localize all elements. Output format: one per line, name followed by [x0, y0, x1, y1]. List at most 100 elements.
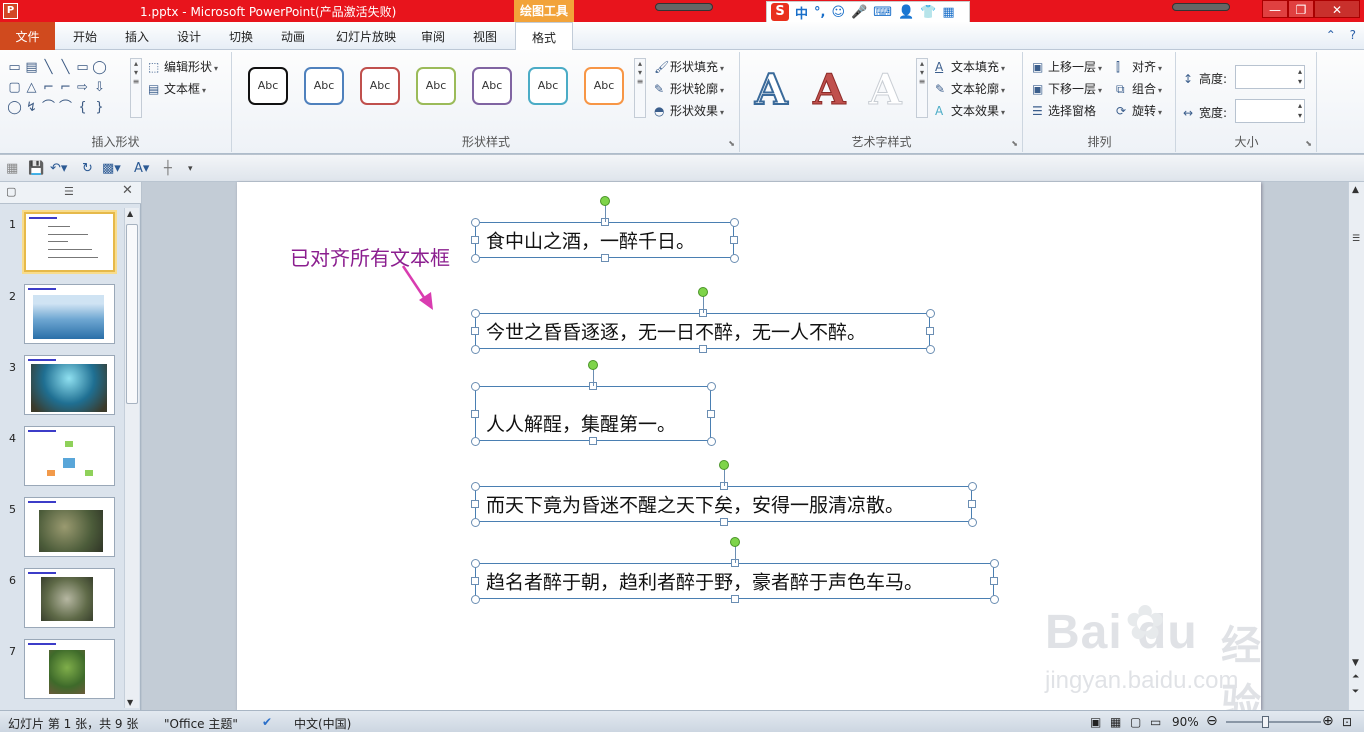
- shape-right-arrow[interactable]: ⇨: [74, 78, 91, 98]
- zoom-in-icon[interactable]: ⊕: [1322, 713, 1334, 729]
- slide-thumbnail-6[interactable]: 6: [0, 568, 124, 632]
- tab-format[interactable]: 格式: [515, 22, 573, 51]
- width-input[interactable]: [1235, 99, 1305, 123]
- previous-slide-icon[interactable]: ⏶: [1352, 672, 1359, 682]
- shape-gallery-scroll[interactable]: ▴ ▾ ≡: [130, 58, 142, 118]
- ime-toolbox-icon[interactable]: ▦: [942, 5, 954, 20]
- wordart-style-light[interactable]: A: [869, 65, 903, 114]
- ime-keyboard-icon[interactable]: ⌨: [873, 5, 892, 20]
- normal-view-icon[interactable]: ▣: [1090, 715, 1101, 729]
- resize-handle[interactable]: [925, 344, 935, 354]
- tab-design[interactable]: 设计: [166, 22, 212, 50]
- slides-tab-icon[interactable]: ▢: [6, 185, 16, 198]
- shape-elbow-arrow[interactable]: ⌐: [57, 78, 74, 98]
- resize-handle[interactable]: [600, 254, 609, 262]
- selection-pane-button[interactable]: ☰ 选择窗格: [1032, 102, 1096, 119]
- shape-left-brace[interactable]: {: [74, 98, 91, 118]
- zoom-slider-knob[interactable]: [1262, 716, 1269, 728]
- resize-handle[interactable]: [698, 345, 707, 353]
- ime-chinese-mode[interactable]: 中: [795, 3, 808, 22]
- resize-handle[interactable]: [471, 577, 479, 585]
- wordart-style-red[interactable]: A: [813, 65, 847, 114]
- text-effects-button[interactable]: A 文本效果 ▾: [935, 102, 1005, 119]
- ime-user-icon[interactable]: 👤: [898, 5, 914, 20]
- resize-handle[interactable]: [719, 518, 728, 526]
- scroll-down-icon[interactable]: ▼: [1352, 658, 1359, 668]
- spell-check-icon[interactable]: ✔: [262, 715, 272, 729]
- shape-style-gallery-scroll[interactable]: ▴ ▾ ≡: [634, 58, 646, 118]
- tab-review[interactable]: 审阅: [410, 22, 456, 50]
- minimize-button[interactable]: —: [1262, 0, 1288, 18]
- powerpoint-app-icon[interactable]: P: [3, 3, 18, 19]
- shape-style-aqua[interactable]: Abc: [528, 67, 568, 105]
- shape-triangle[interactable]: △: [23, 78, 40, 98]
- wordart-style-outline-blue[interactable]: A: [754, 65, 789, 115]
- dialog-launcher-icon[interactable]: ⬊: [728, 139, 735, 148]
- edit-shape-button[interactable]: ⬚ 编辑形状 ▾: [148, 58, 218, 75]
- pane-close-icon[interactable]: ✕: [122, 183, 133, 198]
- resize-handle[interactable]: [471, 236, 479, 244]
- resize-handle[interactable]: [470, 344, 480, 354]
- resize-handle[interactable]: [589, 437, 597, 445]
- ime-voice-icon[interactable]: 🎤: [851, 5, 867, 20]
- scroll-up-icon[interactable]: ▲: [127, 209, 133, 218]
- print-preview-icon[interactable]: ▦: [6, 161, 18, 176]
- resize-handle[interactable]: [471, 500, 479, 508]
- slide-thumbnail-1[interactable]: 1: [0, 212, 124, 276]
- text-box-2[interactable]: 今世之昏昏逐逐，无一日不醉，无一人不醉。: [475, 313, 930, 349]
- tab-slideshow[interactable]: 幻灯片放映: [326, 22, 406, 50]
- text-box-3-text[interactable]: 人人解酲，集醒第一。: [486, 410, 676, 437]
- shape-style-orange[interactable]: Abc: [584, 67, 624, 105]
- sogou-logo-icon[interactable]: S: [771, 3, 789, 21]
- language-status[interactable]: 中文(中国): [294, 715, 351, 732]
- tab-view[interactable]: 视图: [462, 22, 508, 50]
- resize-handle[interactable]: [989, 558, 999, 568]
- resize-handle[interactable]: [470, 594, 480, 604]
- slides-pane-scrollbar[interactable]: ▲ ▼: [124, 208, 139, 708]
- shape-style-blue[interactable]: Abc: [304, 67, 344, 105]
- slide-thumbnail-3[interactable]: 3: [0, 355, 124, 419]
- shape-fill-button[interactable]: 🖌形状填充 ▾: [654, 58, 724, 75]
- shape-outline-button[interactable]: ✎ 形状轮廓 ▾: [654, 80, 724, 97]
- shape-arrow-line[interactable]: ╲: [57, 58, 74, 78]
- text-outline-button[interactable]: ✎ 文本轮廓 ▾: [935, 80, 1005, 97]
- insert-table-icon[interactable]: ┼: [164, 161, 172, 176]
- scroll-up-icon[interactable]: ▲: [1352, 185, 1359, 195]
- scroll-thumb-icon[interactable]: ☰: [1352, 234, 1360, 244]
- save-icon[interactable]: 💾: [28, 161, 44, 176]
- fit-slide-icon[interactable]: ⊡: [1342, 715, 1352, 729]
- slide-thumbnail-7[interactable]: 7: [0, 639, 124, 703]
- zoom-out-icon[interactable]: ⊖: [1206, 713, 1218, 729]
- text-box-1[interactable]: 食中山之酒，一醉千日。: [475, 222, 734, 258]
- shape-rectangle[interactable]: ▭: [74, 58, 91, 78]
- resize-handle[interactable]: [730, 236, 738, 244]
- callout-arrow[interactable]: [397, 264, 447, 314]
- resize-handle[interactable]: [470, 558, 480, 568]
- resize-handle[interactable]: [470, 517, 480, 527]
- ribbon-collapse-icon[interactable]: ⌃: [1326, 28, 1336, 42]
- ime-punctuation-icon[interactable]: °,: [814, 5, 825, 20]
- maximize-button[interactable]: ❐: [1288, 0, 1314, 18]
- ime-emoji-icon[interactable]: ☺: [831, 5, 845, 20]
- help-icon[interactable]: ?: [1350, 28, 1356, 42]
- customize-qat-icon[interactable]: ▾: [188, 164, 193, 174]
- dialog-launcher-icon[interactable]: ⬊: [1305, 139, 1312, 148]
- tab-insert[interactable]: 插入: [114, 22, 160, 50]
- shape-vertical-textbox[interactable]: ▤: [23, 58, 40, 78]
- redo-icon[interactable]: ↻: [82, 161, 93, 176]
- rotate-handle[interactable]: [588, 360, 598, 370]
- slide-vertical-scrollbar[interactable]: ▲ ☰ ▼ ⏶ ⏷: [1348, 182, 1364, 710]
- text-box-4[interactable]: 而天下竟为昏迷不醒之天下矣，安得一服清凉散。: [475, 486, 972, 522]
- shape-arc[interactable]: ⌒: [40, 98, 57, 118]
- resize-handle[interactable]: [967, 481, 977, 491]
- resize-handle[interactable]: [730, 595, 739, 603]
- tab-file[interactable]: 文件: [0, 22, 55, 50]
- resize-handle[interactable]: [968, 500, 976, 508]
- group-button[interactable]: ⧉ 组合 ▾: [1116, 80, 1162, 97]
- resize-handle[interactable]: [471, 409, 479, 418]
- shape-style-purple[interactable]: Abc: [472, 67, 512, 105]
- resize-handle[interactable]: [729, 217, 739, 227]
- resize-handle[interactable]: [706, 436, 716, 446]
- next-slide-icon[interactable]: ⏷: [1352, 687, 1359, 697]
- resize-handle[interactable]: [706, 381, 716, 391]
